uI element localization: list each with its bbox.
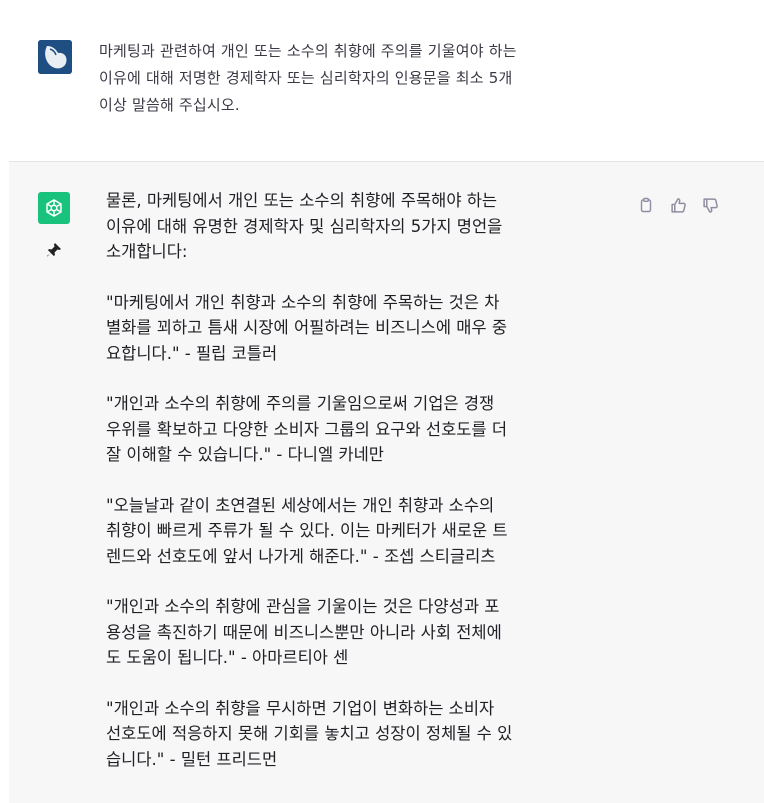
- quote-line: 선호도에 적응하지 못해 기회를 놓치고 성장이 정체될 수 있: [106, 724, 513, 743]
- intro-line: 소개합니다:: [106, 242, 188, 261]
- quote-paragraph: "오늘날과 같이 초연결된 세상에서는 개인 취향과 소수의 취향이 빠르게 주…: [106, 493, 626, 570]
- user-avatar-icon: [38, 40, 72, 74]
- intro-line: 이유에 대해 유명한 경제학자 및 심리학자의 5가지 명언을: [106, 216, 503, 236]
- quote-line: "마케팅에서 개인 취향과 소수의 취향에 주목하는 것은 차: [106, 292, 500, 312]
- thumbs-up-button[interactable]: [667, 194, 689, 216]
- quote-line: 렌드와 선호도에 앞서 나가게 해준다." - 조셉 스티글리츠: [106, 546, 496, 566]
- quote-paragraph: "개인과 소수의 취향에 관심을 기울이는 것은 다양성과 포 용성을 촉진하기…: [106, 594, 626, 671]
- quote-line: "개인과 소수의 취향을 무시하면 기업이 변화하는 소비자: [106, 698, 495, 718]
- quote-line: 습니다." - 밀턴 프리드먼: [106, 749, 278, 769]
- quote-line: 용성을 촉진하기 때문에 비즈니스뿐만 아니라 사회 전체에: [106, 622, 502, 642]
- quote-line: "개인과 소수의 취향에 관심을 기울이는 것은 다양성과 포: [106, 597, 500, 616]
- quote-line: "오늘날과 같이 초연결된 세상에서는 개인 취향과 소수의: [106, 495, 495, 515]
- user-message-line: 마케팅과 관련하여 개인 또는 소수의 취향에 주의를 기울여야 하는: [99, 42, 517, 60]
- copy-button[interactable]: [635, 194, 657, 216]
- assistant-intro: 물론, 마케팅에서 개인 또는 소수의 취향에 주목해야 하는 이유에 대해 유…: [106, 188, 626, 265]
- quote-line: 우위를 확보하고 다양한 소비자 그룹의 요구와 선호도를 더: [106, 419, 508, 439]
- chat-page: 마케팅과 관련하여 개인 또는 소수의 취향에 주의를 기울여야 하는 이유에 …: [0, 0, 764, 803]
- message-actions: [635, 194, 721, 216]
- thumbs-up-icon: [670, 197, 686, 213]
- quote-line: 요합니다." - 필립 코틀러: [106, 343, 278, 363]
- intro-line: 물론, 마케팅에서 개인 또는 소수의 취향에 주목해야 하는: [106, 191, 498, 210]
- user-message-line: 이유에 대해 저명한 경제학자 또는 심리학자의 인용문을 최소 5개: [99, 69, 513, 87]
- user-message-text: 마케팅과 관련하여 개인 또는 소수의 취향에 주의를 기울여야 하는 이유에 …: [99, 38, 639, 119]
- user-message-line: 이상 말씀해 주십시오.: [99, 96, 240, 114]
- clipboard-icon: [640, 197, 652, 213]
- thumbs-down-icon: [702, 197, 718, 213]
- quote-line: 별화를 꾀하고 틈새 시장에 어필하려는 비즈니스에 매우 중: [106, 318, 508, 337]
- quote-line: "개인과 소수의 취향에 주의를 기울임으로써 기업은 경쟁: [106, 394, 495, 413]
- user-message-row: 마케팅과 관련하여 개인 또는 소수의 취향에 주의를 기울여야 하는 이유에 …: [0, 0, 764, 160]
- quote-paragraph: "개인과 소수의 취향에 주의를 기울임으로써 기업은 경쟁 우위를 확보하고 …: [106, 391, 626, 468]
- assistant-message-text: 물론, 마케팅에서 개인 또는 소수의 취향에 주목해야 하는 이유에 대해 유…: [106, 188, 626, 797]
- quote-line: 도 도움이 됩니다." - 아마르티아 센: [106, 648, 349, 667]
- quote-line: 잘 이해할 수 있습니다." - 다니엘 카네만: [106, 445, 384, 464]
- quote-line: 취향이 빠르게 주류가 될 수 있다. 이는 마케터가 새로운 트: [106, 521, 508, 540]
- thumbs-down-button[interactable]: [699, 194, 721, 216]
- quote-paragraph: "마케팅에서 개인 취향과 소수의 취향에 주목하는 것은 차 별화를 꾀하고 …: [106, 290, 626, 367]
- openai-logo-icon: [38, 192, 70, 224]
- quote-paragraph: "개인과 소수의 취향을 무시하면 기업이 변화하는 소비자 선호도에 적응하지…: [106, 696, 626, 773]
- assistant-message-row: 물론, 마케팅에서 개인 또는 소수의 취향에 주목해야 하는 이유에 대해 유…: [9, 162, 764, 803]
- pin-icon[interactable]: [44, 240, 64, 260]
